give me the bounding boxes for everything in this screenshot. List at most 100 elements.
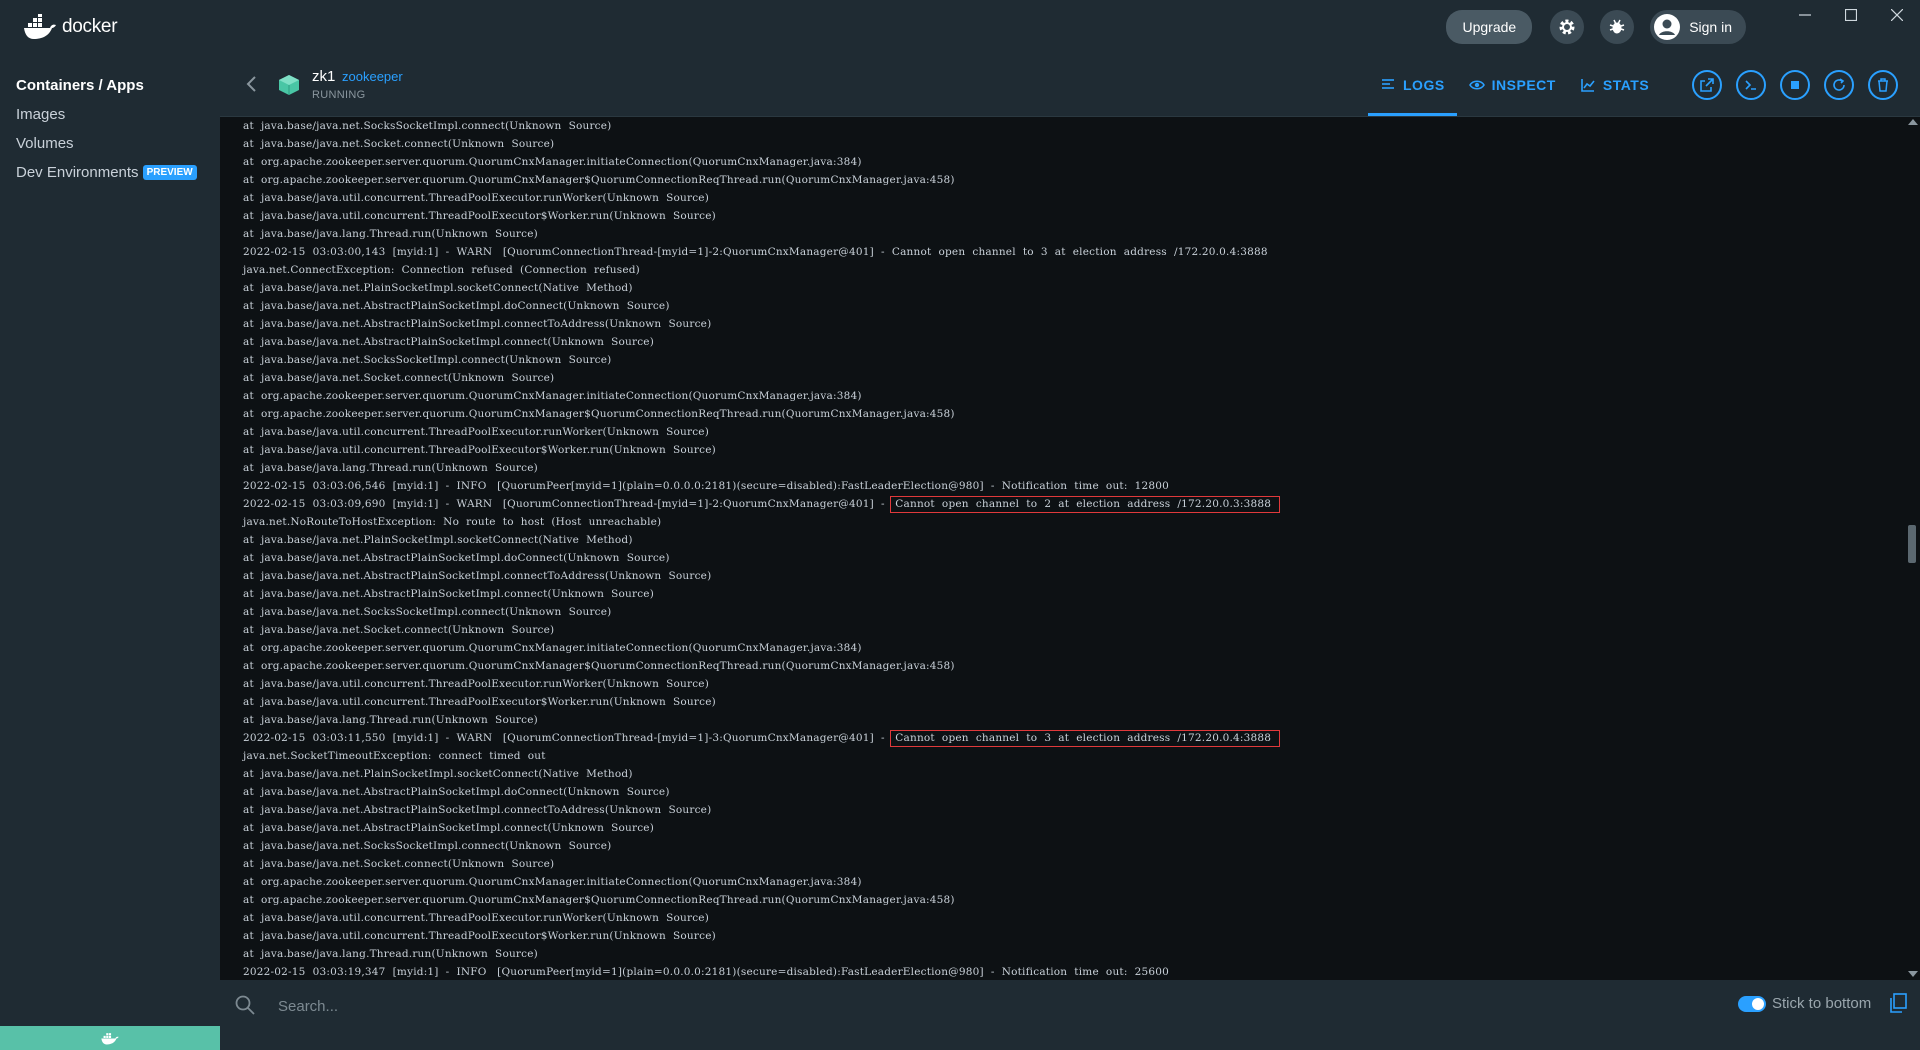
- log-line: at java.base/java.net.AbstractPlainSocke…: [220, 567, 1904, 585]
- log-line: at java.base/java.net.AbstractPlainSocke…: [220, 801, 1904, 819]
- log-line: at java.base/java.util.concurrent.Thread…: [220, 675, 1904, 693]
- sidebar-item-label: Images: [16, 106, 66, 123]
- log-line-text: at java.base/java.net.AbstractPlainSocke…: [243, 318, 712, 330]
- log-scrollbar[interactable]: [1904, 117, 1920, 979]
- settings-button[interactable]: [1550, 10, 1585, 44]
- log-line-text: at java.base/java.net.AbstractPlainSocke…: [243, 552, 670, 564]
- log-line-text: at java.base/java.net.AbstractPlainSocke…: [243, 300, 670, 312]
- sidebar-item-images[interactable]: Images: [0, 100, 220, 129]
- sidebar: Containers / Apps Images Volumes Dev Env…: [0, 54, 220, 1050]
- log-line: 2022-02-15 03:03:11,550 [myid:1] - WARN …: [220, 729, 1904, 747]
- signin-button[interactable]: Sign in: [1650, 10, 1746, 44]
- log-line-text: at java.base/java.net.AbstractPlainSocke…: [243, 570, 712, 582]
- restart-button[interactable]: [1824, 70, 1854, 100]
- log-line-text: at java.base/java.util.concurrent.Thread…: [243, 210, 716, 222]
- log-line-text: at java.base/java.net.Socket.connect(Unk…: [243, 138, 555, 150]
- external-link-icon: [1700, 78, 1714, 92]
- log-line-text: at java.base/java.net.SocksSocketImpl.co…: [243, 120, 612, 132]
- log-line-text: java.net.ConnectException: Connection re…: [243, 264, 640, 276]
- trash-icon: [1878, 78, 1888, 92]
- gear-icon: [1559, 19, 1575, 35]
- scroll-thumb[interactable]: [1908, 525, 1916, 563]
- log-line: at java.base/java.net.AbstractPlainSocke…: [220, 783, 1904, 801]
- copy-icon[interactable]: [1888, 992, 1908, 1014]
- log-line-text: at org.apache.zookeeper.server.quorum.Qu…: [243, 174, 955, 186]
- search-icon: [235, 995, 255, 1015]
- troubleshoot-button[interactable]: [1600, 10, 1635, 44]
- log-line-text: at java.base/java.net.AbstractPlainSocke…: [243, 336, 655, 348]
- log-line-text: at java.base/java.net.SocksSocketImpl.co…: [243, 606, 612, 618]
- log-line-text: at java.base/java.util.concurrent.Thread…: [243, 912, 710, 924]
- log-line-text: at java.base/java.lang.Thread.run(Unknow…: [243, 714, 538, 726]
- sidebar-item-dev-environments[interactable]: Dev Environments PREVIEW: [0, 158, 220, 187]
- log-line-text: at org.apache.zookeeper.server.quorum.Qu…: [243, 642, 862, 654]
- log-line-text: 2022-02-15 03:03:11,550 [myid:1] - WARN …: [243, 732, 889, 744]
- log-line-text: at java.base/java.net.SocksSocketImpl.co…: [243, 840, 612, 852]
- container-actions: [1678, 70, 1898, 100]
- engine-status-bar[interactable]: [0, 1026, 220, 1050]
- back-arrow-icon[interactable]: [240, 72, 264, 96]
- upgrade-button[interactable]: Upgrade: [1446, 10, 1533, 44]
- search-input[interactable]: [276, 992, 1180, 1020]
- minimize-window-button[interactable]: [1782, 0, 1828, 30]
- log-line: java.net.SocketTimeoutException: connect…: [220, 747, 1904, 765]
- log-line: at java.base/java.util.concurrent.Thread…: [220, 927, 1904, 945]
- log-line: at org.apache.zookeeper.server.quorum.Qu…: [220, 639, 1904, 657]
- container-image-link[interactable]: zookeeper: [342, 69, 403, 84]
- sidebar-item-label: Dev Environments: [16, 164, 139, 181]
- tab-stats[interactable]: STATS: [1568, 54, 1661, 116]
- stop-button[interactable]: [1780, 70, 1810, 100]
- terminal-icon: [1745, 80, 1756, 90]
- log-line: at java.base/java.net.Socket.connect(Unk…: [220, 369, 1904, 387]
- cli-button[interactable]: [1736, 70, 1766, 100]
- container-tabs: LOGS INSPECT STATS: [1368, 54, 1661, 116]
- close-icon: [1891, 9, 1903, 21]
- log-line-text: at org.apache.zookeeper.server.quorum.Qu…: [243, 894, 955, 906]
- sidebar-item-containers-apps[interactable]: Containers / Apps: [0, 71, 220, 100]
- log-line: 2022-02-15 03:03:06,546 [myid:1] - INFO …: [220, 477, 1904, 495]
- log-line: at org.apache.zookeeper.server.quorum.Qu…: [220, 873, 1904, 891]
- tab-label: INSPECT: [1491, 77, 1556, 93]
- log-line-text: at java.base/java.net.AbstractPlainSocke…: [243, 822, 655, 834]
- log-line-text: at java.base/java.net.Socket.connect(Unk…: [243, 624, 555, 636]
- scroll-down-arrow-icon[interactable]: [1908, 971, 1918, 977]
- log-line: at java.base/java.util.concurrent.Thread…: [220, 909, 1904, 927]
- log-line: at java.base/java.net.PlainSocketImpl.so…: [220, 531, 1904, 549]
- signin-label: Sign in: [1689, 19, 1732, 35]
- log-line: 2022-02-15 03:03:09,690 [myid:1] - WARN …: [220, 495, 1904, 513]
- log-line-text: at java.base/java.util.concurrent.Thread…: [243, 192, 710, 204]
- scroll-up-arrow-icon[interactable]: [1908, 119, 1918, 125]
- log-line: at java.base/java.net.AbstractPlainSocke…: [220, 549, 1904, 567]
- stick-to-bottom-toggle[interactable]: [1738, 996, 1766, 1012]
- delete-button[interactable]: [1868, 70, 1898, 100]
- log-line: at java.base/java.net.Socket.connect(Unk…: [220, 135, 1904, 153]
- tab-inspect[interactable]: INSPECT: [1457, 54, 1568, 116]
- log-line: at java.base/java.util.concurrent.Thread…: [220, 207, 1904, 225]
- log-search-bar: Stick to bottom: [220, 980, 1920, 1050]
- log-line: at org.apache.zookeeper.server.quorum.Qu…: [220, 891, 1904, 909]
- log-line-text: at java.base/java.net.SocksSocketImpl.co…: [243, 354, 612, 366]
- highlighted-log-message: Cannot open channel to 3 at election add…: [890, 730, 1281, 747]
- tab-logs[interactable]: LOGS: [1368, 54, 1457, 116]
- log-line: at java.base/java.net.Socket.connect(Unk…: [220, 621, 1904, 639]
- maximize-window-button[interactable]: [1828, 0, 1874, 30]
- log-line: 2022-02-15 03:03:19,347 [myid:1] - INFO …: [220, 963, 1904, 979]
- log-line-text: 2022-02-15 03:03:06,546 [myid:1] - INFO …: [243, 480, 1170, 492]
- log-line: at java.base/java.lang.Thread.run(Unknow…: [220, 711, 1904, 729]
- docker-whale-icon: [101, 1033, 119, 1045]
- log-line-text: at org.apache.zookeeper.server.quorum.Qu…: [243, 408, 955, 420]
- sidebar-item-volumes[interactable]: Volumes: [0, 129, 220, 158]
- container-status: RUNNING: [312, 89, 366, 101]
- log-line-text: at java.base/java.util.concurrent.Thread…: [243, 930, 716, 942]
- log-line-text: at java.base/java.util.concurrent.Thread…: [243, 696, 716, 708]
- log-line: at org.apache.zookeeper.server.quorum.Qu…: [220, 405, 1904, 423]
- restart-icon: [1833, 78, 1845, 91]
- log-line-text: at org.apache.zookeeper.server.quorum.Qu…: [243, 876, 862, 888]
- log-line: java.net.ConnectException: Connection re…: [220, 261, 1904, 279]
- log-line: at org.apache.zookeeper.server.quorum.Qu…: [220, 657, 1904, 675]
- log-output[interactable]: at java.base/java.net.SocksSocketImpl.co…: [220, 117, 1904, 979]
- open-in-browser-button[interactable]: [1692, 70, 1722, 100]
- log-line: at java.base/java.net.SocksSocketImpl.co…: [220, 117, 1904, 135]
- close-window-button[interactable]: [1874, 0, 1920, 30]
- log-line: at java.base/java.net.PlainSocketImpl.so…: [220, 279, 1904, 297]
